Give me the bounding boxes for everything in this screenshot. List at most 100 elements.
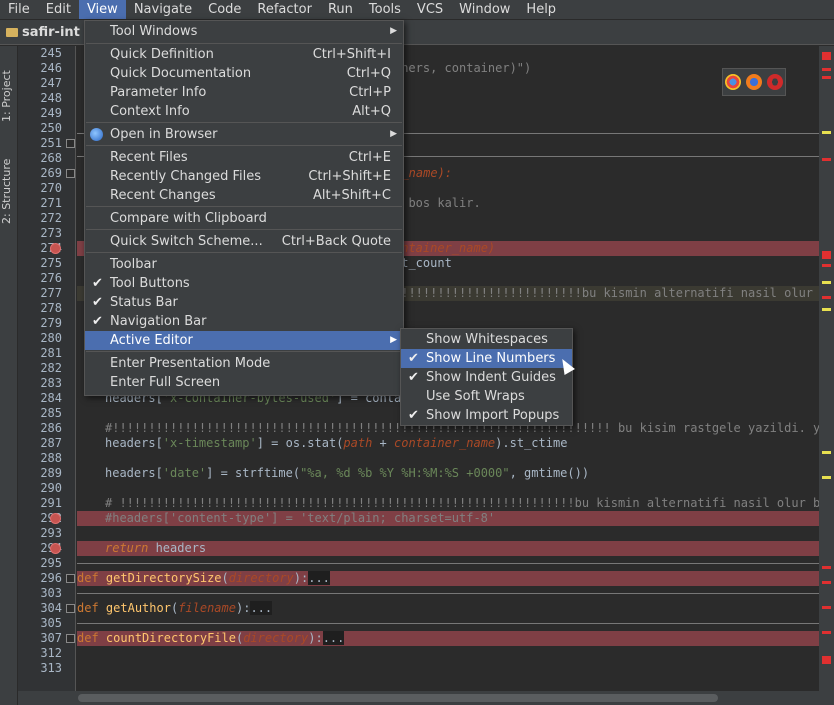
warning-marker[interactable] <box>822 451 831 454</box>
line-number[interactable]: 293 <box>18 526 62 541</box>
line-number[interactable]: 248 <box>18 91 62 106</box>
line-number[interactable]: 286 <box>18 421 62 436</box>
menu-vcs[interactable]: VCS <box>409 0 451 19</box>
line-number[interactable]: 275 <box>18 256 62 271</box>
line-number[interactable]: 288 <box>18 451 62 466</box>
line-number[interactable]: 284 <box>18 391 62 406</box>
line-number[interactable]: 276 <box>18 271 62 286</box>
line-number[interactable]: 269 <box>18 166 62 181</box>
line-number[interactable]: 247 <box>18 76 62 91</box>
menu-item-tool-buttons[interactable]: ✔ Tool Buttons <box>85 274 403 293</box>
horizontal-scrollbar[interactable] <box>18 691 834 705</box>
line-number[interactable]: 305 <box>18 616 62 631</box>
line-number[interactable]: 268 <box>18 151 62 166</box>
project-breadcrumb[interactable]: safir-int <box>0 20 88 45</box>
error-marker[interactable] <box>822 68 831 71</box>
error-marker[interactable] <box>822 606 831 609</box>
line-number[interactable]: 295 <box>18 556 62 571</box>
menu-navigate[interactable]: Navigate <box>126 0 200 19</box>
fold-toggle-icon[interactable] <box>66 574 75 583</box>
menu-refactor[interactable]: Refactor <box>249 0 320 19</box>
line-number[interactable]: 250 <box>18 121 62 136</box>
menu-item-status-bar[interactable]: ✔ Status Bar <box>85 293 403 312</box>
error-marker[interactable] <box>822 76 831 79</box>
error-marker[interactable] <box>822 656 831 664</box>
line-number[interactable]: 279 <box>18 316 62 331</box>
line-number[interactable]: 307 <box>18 631 62 646</box>
scrollbar-thumb[interactable] <box>78 694 718 702</box>
line-number[interactable]: 245 <box>18 46 62 61</box>
error-marker[interactable] <box>822 296 831 299</box>
chrome-icon[interactable] <box>725 74 742 90</box>
menu-item-enter-presentation-mode[interactable]: Enter Presentation Mode <box>85 354 403 373</box>
menu-item-context-info[interactable]: Context Info Alt+Q <box>85 102 403 121</box>
line-number[interactable]: 282 <box>18 361 62 376</box>
menu-item-toolbar[interactable]: Toolbar <box>85 255 403 274</box>
tool-tab-structure[interactable]: 2: Structure <box>0 146 18 236</box>
error-marker[interactable] <box>822 251 831 259</box>
line-number[interactable]: 304 <box>18 601 62 616</box>
opera-icon[interactable] <box>766 74 783 90</box>
line-number[interactable]: 285 <box>18 406 62 421</box>
line-number[interactable]: 296 <box>18 571 62 586</box>
editor-gutter[interactable]: 245 246 247 248 249 250 251 268 269 270 271 272 273 2… <box>18 46 76 691</box>
submenu-show-indent-guides[interactable]: ✔ Show Indent Guides <box>401 368 572 387</box>
line-number[interactable]: 283 <box>18 376 62 391</box>
line-number[interactable]: 272 <box>18 211 62 226</box>
line-number[interactable]: 291 <box>18 496 62 511</box>
error-marker[interactable] <box>822 158 831 161</box>
warning-marker[interactable] <box>822 131 831 134</box>
warning-marker[interactable] <box>822 308 831 311</box>
menu-item-compare-with-clipboard[interactable]: Compare with Clipboard <box>85 209 403 228</box>
error-marker[interactable] <box>822 264 831 267</box>
menu-item-parameter-info[interactable]: Parameter Info Ctrl+P <box>85 83 403 102</box>
menu-help[interactable]: Help <box>518 0 564 19</box>
error-marker[interactable] <box>822 52 831 60</box>
menu-item-quick-documentation[interactable]: Quick Documentation Ctrl+Q <box>85 64 403 83</box>
menu-item-recently-changed-files[interactable]: Recently Changed Files Ctrl+Shift+E <box>85 167 403 186</box>
fold-toggle-icon[interactable] <box>66 139 75 148</box>
line-number[interactable]: 271 <box>18 196 62 211</box>
line-number[interactable]: 280 <box>18 331 62 346</box>
menu-item-tool-windows[interactable]: Tool Windows ▶ <box>85 22 403 41</box>
firefox-icon[interactable] <box>745 74 762 90</box>
line-number[interactable]: 278 <box>18 301 62 316</box>
menu-tools[interactable]: Tools <box>361 0 409 19</box>
line-number[interactable]: 270 <box>18 181 62 196</box>
menu-item-recent-files[interactable]: Recent Files Ctrl+E <box>85 148 403 167</box>
line-number[interactable]: 273 <box>18 226 62 241</box>
menu-code[interactable]: Code <box>200 0 249 19</box>
line-number[interactable]: 277 <box>18 286 62 301</box>
menu-item-navigation-bar[interactable]: ✔ Navigation Bar <box>85 312 403 331</box>
breakpoint-icon[interactable] <box>50 513 61 524</box>
error-marker[interactable] <box>822 566 831 569</box>
error-marker[interactable] <box>822 581 831 584</box>
submenu-show-line-numbers[interactable]: ✔ Show Line Numbers <box>401 349 572 368</box>
line-number[interactable]: 287 <box>18 436 62 451</box>
line-number[interactable]: 303 <box>18 586 62 601</box>
menu-item-enter-full-screen[interactable]: Enter Full Screen <box>85 373 403 392</box>
breakpoint-icon[interactable] <box>50 243 61 254</box>
fold-toggle-icon[interactable] <box>66 169 75 178</box>
line-number[interactable]: 290 <box>18 481 62 496</box>
error-stripe[interactable] <box>819 46 834 691</box>
tool-tab-project[interactable]: 1: Project <box>0 56 18 136</box>
line-number[interactable]: 289 <box>18 466 62 481</box>
error-marker[interactable] <box>822 631 831 634</box>
menu-item-quick-switch-scheme[interactable]: Quick Switch Scheme... Ctrl+Back Quote <box>85 232 403 251</box>
menu-edit[interactable]: Edit <box>38 0 79 19</box>
menu-item-open-in-browser[interactable]: Open in Browser ▶ <box>85 125 403 144</box>
submenu-show-import-popups[interactable]: ✔ Show Import Popups <box>401 406 572 425</box>
menu-view[interactable]: View <box>78 0 126 19</box>
line-number[interactable]: 313 <box>18 661 62 676</box>
menu-window[interactable]: Window <box>451 0 518 19</box>
warning-marker[interactable] <box>822 476 831 479</box>
line-number[interactable]: 246 <box>18 61 62 76</box>
menu-item-active-editor[interactable]: Active Editor ▶ <box>85 331 403 350</box>
submenu-use-soft-wraps[interactable]: Use Soft Wraps <box>401 387 572 406</box>
breakpoint-icon[interactable] <box>50 543 61 554</box>
menu-file[interactable]: File <box>0 0 38 19</box>
menu-run[interactable]: Run <box>320 0 361 19</box>
fold-toggle-icon[interactable] <box>66 604 75 613</box>
line-number[interactable]: 249 <box>18 106 62 121</box>
